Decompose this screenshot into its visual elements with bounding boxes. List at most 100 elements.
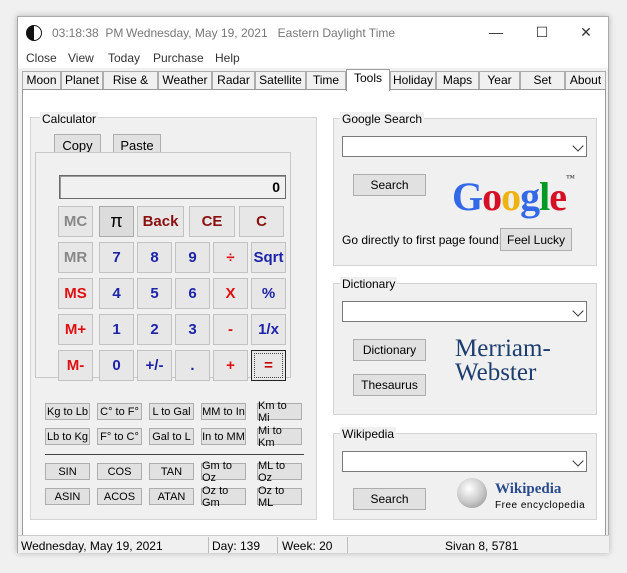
merriam-webster-logo[interactable]: Merriam- Webster xyxy=(455,335,551,385)
title-bar: 03:18:38 PM Wednesday, May 19, 2021 East… xyxy=(18,17,608,48)
key-multiply[interactable]: X xyxy=(213,278,248,309)
chevron-down-icon[interactable] xyxy=(572,305,584,317)
tab-year[interactable]: Year xyxy=(479,71,520,90)
calculator-divider xyxy=(45,454,304,455)
key-sign[interactable]: +/- xyxy=(137,350,172,381)
google-direct-label: Go directly to first page found: xyxy=(342,233,503,247)
feel-lucky-button[interactable]: Feel Lucky xyxy=(500,228,572,251)
menu-help[interactable]: Help xyxy=(215,51,240,65)
tab-satellite[interactable]: Satellite xyxy=(255,71,306,90)
tab-radar[interactable]: Radar xyxy=(212,71,255,90)
key-ce[interactable]: CE xyxy=(189,206,235,237)
key-minus[interactable]: - xyxy=(213,314,248,345)
maximize-button[interactable]: ☐ xyxy=(519,17,565,48)
google-search-button[interactable]: Search xyxy=(353,174,426,196)
conv-ml-to-oz[interactable]: ML to Oz xyxy=(257,460,302,484)
chevron-down-icon[interactable] xyxy=(572,455,584,467)
key-1[interactable]: 1 xyxy=(99,314,134,345)
tab-rise-set[interactable]: Rise & Set xyxy=(103,71,158,104)
key-7[interactable]: 7 xyxy=(99,242,134,273)
key-8[interactable]: 8 xyxy=(137,242,172,273)
tab-weather[interactable]: Weather xyxy=(158,71,212,90)
trig-cos[interactable]: COS xyxy=(97,463,142,480)
key-6[interactable]: 6 xyxy=(175,278,210,309)
tab-time[interactable]: Time xyxy=(306,71,346,90)
conv-oz-to-ml[interactable]: Oz to ML xyxy=(257,485,302,509)
key-back[interactable]: Back xyxy=(137,206,184,237)
key-reciprocal[interactable]: 1/x xyxy=(251,314,286,345)
menu-close[interactable]: Close xyxy=(26,51,57,65)
key-m-plus[interactable]: M+ xyxy=(58,314,93,345)
conv-gm-to-oz[interactable]: Gm to Oz xyxy=(201,460,246,484)
wikipedia-logo-title[interactable]: Wikipedia xyxy=(495,481,561,498)
key-c[interactable]: C xyxy=(239,206,284,237)
key-mr[interactable]: MR xyxy=(58,242,93,273)
google-logo-letter: o xyxy=(501,174,521,219)
conv-lb-to-kg[interactable]: Lb to Kg xyxy=(45,428,90,445)
thesaurus-button[interactable]: Thesaurus xyxy=(353,374,426,396)
chevron-down-icon[interactable] xyxy=(572,140,584,152)
tab-moon[interactable]: Moon xyxy=(22,71,61,90)
tab-about[interactable]: About xyxy=(565,71,606,90)
mw-logo-line1: Merriam- xyxy=(455,335,551,362)
conv-mm-to-in[interactable]: MM to In xyxy=(201,403,246,420)
wikipedia-globe-icon[interactable] xyxy=(457,478,487,508)
key-ms[interactable]: MS xyxy=(58,278,93,309)
trig-acos[interactable]: ACOS xyxy=(97,488,142,505)
google-logo-letter: o xyxy=(482,174,502,219)
key-equals[interactable]: = xyxy=(251,350,286,381)
wikipedia-search-button[interactable]: Search xyxy=(353,488,426,510)
calculator-group-label: Calculator xyxy=(40,112,99,126)
trig-tan[interactable]: TAN xyxy=(149,463,194,480)
key-mc[interactable]: MC xyxy=(58,206,93,237)
conv-oz-to-gm[interactable]: Oz to Gm xyxy=(201,485,246,509)
google-group-label: Google Search xyxy=(340,112,425,126)
status-separator xyxy=(347,537,348,553)
google-logo[interactable]: Google™ xyxy=(452,173,575,220)
key-percent[interactable]: % xyxy=(251,278,286,309)
status-separator xyxy=(208,537,209,553)
tab-maps[interactable]: Maps xyxy=(436,71,479,90)
dictionary-group-label: Dictionary xyxy=(340,277,398,291)
key-pi[interactable]: π xyxy=(99,206,134,237)
key-plus[interactable]: + xyxy=(213,350,248,381)
trig-atan[interactable]: ATAN xyxy=(149,488,194,505)
dictionary-input[interactable] xyxy=(342,301,587,322)
menu-view[interactable]: View xyxy=(68,51,94,65)
conv-f-to-c[interactable]: F° to C° xyxy=(97,428,142,445)
conv-kg-to-lb[interactable]: Kg to Lb xyxy=(45,403,90,420)
key-3[interactable]: 3 xyxy=(175,314,210,345)
key-4[interactable]: 4 xyxy=(99,278,134,309)
minimize-button[interactable]: — xyxy=(473,17,519,48)
status-bar: Wednesday, May 19, 2021 Day: 139 Week: 2… xyxy=(18,535,609,553)
close-window-button[interactable]: ✕ xyxy=(563,17,609,48)
tab-holiday[interactable]: Holiday xyxy=(390,71,436,90)
key-divide[interactable]: ÷ xyxy=(213,242,248,273)
dictionary-button[interactable]: Dictionary xyxy=(353,339,426,361)
google-search-input[interactable] xyxy=(342,136,587,157)
menu-today[interactable]: Today xyxy=(108,51,140,65)
key-sqrt[interactable]: Sqrt xyxy=(251,242,286,273)
calculator-display: 0 xyxy=(59,175,286,199)
tab-planet[interactable]: Planet xyxy=(61,71,103,90)
key-m-minus[interactable]: M- xyxy=(58,350,93,381)
key-decimal[interactable]: . xyxy=(175,350,210,381)
conv-km-to-mi[interactable]: Km to Mi xyxy=(257,400,302,424)
conv-l-to-gal[interactable]: L to Gal xyxy=(149,403,194,420)
conv-c-to-f[interactable]: C° to F° xyxy=(97,403,142,420)
menu-purchase[interactable]: Purchase xyxy=(153,51,204,65)
key-0[interactable]: 0 xyxy=(99,350,134,381)
key-9[interactable]: 9 xyxy=(175,242,210,273)
tab-tools[interactable]: Tools xyxy=(346,69,390,91)
key-5[interactable]: 5 xyxy=(137,278,172,309)
tab-strip: Moon Planet Rise & Set Weather Radar Sat… xyxy=(18,69,608,104)
conv-mi-to-km[interactable]: Mi to Km xyxy=(257,425,302,449)
conv-in-to-mm[interactable]: In to MM xyxy=(201,428,246,445)
tab-set[interactable]: Set xyxy=(520,71,565,90)
conv-gal-to-l[interactable]: Gal to L xyxy=(149,428,194,445)
status-date: Wednesday, May 19, 2021 xyxy=(21,539,163,553)
key-2[interactable]: 2 xyxy=(137,314,172,345)
wikipedia-input[interactable] xyxy=(342,451,587,472)
trig-asin[interactable]: ASIN xyxy=(45,488,90,505)
trig-sin[interactable]: SIN xyxy=(45,463,90,480)
